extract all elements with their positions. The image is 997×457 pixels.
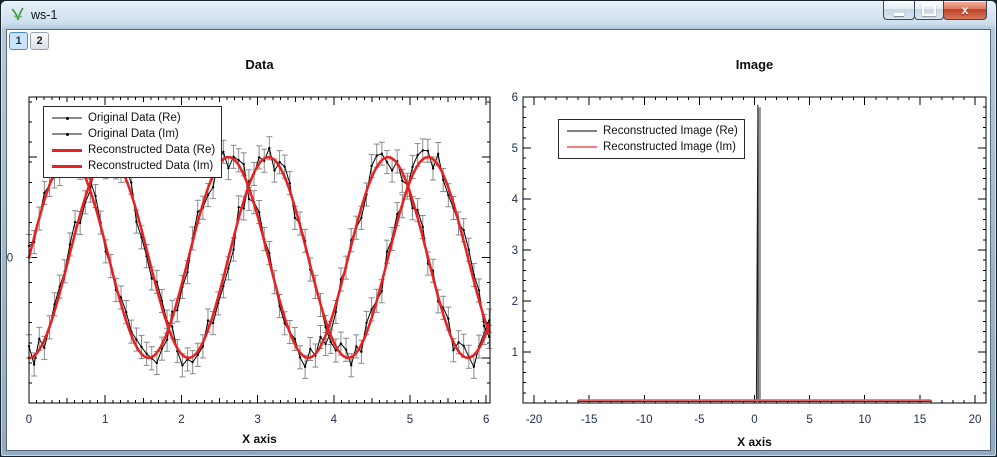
maximize-icon (922, 4, 936, 16)
series-marker-icon (46, 116, 88, 120)
x-tick-label: 1 (102, 414, 108, 426)
y-tick-label: 0 (7, 253, 13, 265)
maximize-button[interactable] (914, 1, 944, 20)
y-tick-label: 1 (512, 347, 518, 359)
series-line-icon (46, 148, 88, 152)
tab-bar: 1 2 (9, 32, 49, 50)
app-window: ws-1 x 1 2 0 1 2 3 4 5 6 0 -20 -15 -10 -5 0 5 10 15 20 1 2… (0, 0, 997, 457)
x-tick-label: 2 (178, 414, 184, 426)
legend-item: Reconstructed Image (Re) (561, 123, 738, 139)
workspace-content: 1 2 0 1 2 3 4 5 6 0 -20 -15 -10 -5 0 5 10 15 20 1 2 3 4 5 6 Da… (6, 29, 991, 451)
legend-item: Reconstructed Image (Im) (561, 139, 738, 155)
window-controls: x (883, 1, 987, 20)
x-tick-label: 10 (858, 414, 871, 426)
data-plot-xaxis-label: X axis (242, 432, 277, 446)
y-tick-label: 5 (512, 143, 518, 155)
x-tick-label: 0 (751, 414, 757, 426)
legend-item: Original Data (Im) (46, 126, 215, 142)
x-tick-label: 15 (913, 414, 926, 426)
image-plot-legend: Reconstructed Image (Re) Reconstructed I… (558, 119, 745, 159)
series-line-icon (561, 146, 603, 148)
window-title: ws-1 (31, 8, 58, 22)
x-tick-label: -20 (526, 414, 543, 426)
x-tick-label: 5 (407, 414, 413, 426)
tab-2[interactable]: 2 (30, 32, 49, 50)
curve-3 (27, 155, 491, 360)
minimize-icon (894, 12, 904, 16)
legend-item: Reconstructed Data (Im) (46, 158, 215, 174)
data-line-1 (28, 146, 490, 367)
image-plot-title: Image (735, 57, 774, 72)
window-frame: ws-1 x 1 2 0 1 2 3 4 5 6 0 -20 -15 -10 -5 0 5 10 15 20 1 2… (1, 1, 996, 456)
plot-canvas[interactable]: 0 1 2 3 4 5 60-20 -15 -10 -5 0 5 10 15 20123456 (7, 30, 992, 452)
y-tick-label: 3 (512, 245, 518, 257)
y-tick-label: 2 (512, 296, 518, 308)
x-tick-label: 20 (969, 414, 982, 426)
x-tick-label: 4 (331, 414, 338, 426)
close-icon: x (961, 3, 969, 17)
x-tick-label: -15 (581, 414, 598, 426)
image-plot-xaxis-label: X axis (737, 435, 772, 449)
curve-2 (27, 155, 491, 360)
x-tick-label: 5 (806, 414, 812, 426)
x-tick-label: 0 (26, 414, 32, 426)
legend-item: Reconstructed Data (Re) (46, 142, 215, 158)
series-marker-icon (46, 132, 88, 136)
legend-item: Original Data (Re) (46, 110, 215, 126)
data-plot-title: Data (245, 57, 274, 72)
y-tick-label: 6 (512, 92, 518, 104)
mantid-logo-icon (11, 7, 24, 21)
minimize-button[interactable] (883, 1, 915, 20)
close-button[interactable]: x (943, 1, 987, 20)
x-tick-label: -10 (636, 414, 653, 426)
tab-1[interactable]: 1 (9, 32, 28, 50)
y-tick-label: 4 (512, 194, 519, 206)
x-tick-label: 3 (254, 414, 260, 426)
title-bar[interactable]: ws-1 x (1, 1, 996, 29)
x-tick-label: -5 (694, 414, 704, 426)
plot-area: 0 1 2 3 4 5 6 0 -20 -15 -10 -5 0 5 10 15 20 1 2 3 4 5 6 Data I… (7, 30, 990, 450)
data-plot-legend: Original Data (Re) Original Data (Im) Re… (43, 106, 223, 178)
x-tick-label: 6 (483, 414, 489, 426)
data-line-0 (28, 144, 490, 369)
series-line-icon (46, 164, 88, 168)
series-line-icon (561, 130, 603, 132)
